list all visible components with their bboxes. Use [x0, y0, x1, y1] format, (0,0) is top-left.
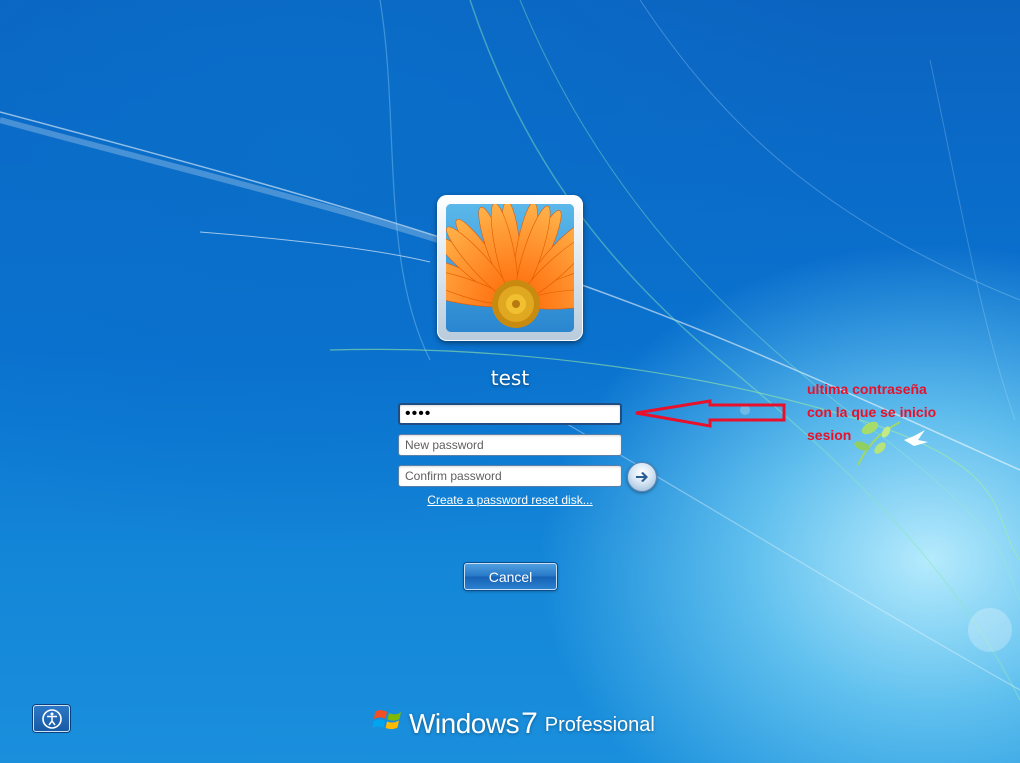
product-edition: Professional: [544, 714, 655, 736]
windows-logo-icon: [373, 710, 401, 730]
product-version: 7: [521, 707, 538, 740]
old-password-field[interactable]: [398, 403, 622, 425]
product-name: Windows: [409, 708, 520, 739]
annotation-line: ultima contraseña: [807, 381, 927, 397]
new-password-field[interactable]: [398, 434, 622, 456]
ease-of-access-icon: [41, 708, 62, 729]
cancel-button[interactable]: Cancel: [464, 563, 557, 590]
submit-button[interactable]: [627, 462, 657, 492]
annotation-note: ultima contraseña con la que se inicio s…: [807, 378, 1007, 447]
reset-disk-link-row: Create a password reset disk...: [0, 493, 1020, 507]
ease-of-access-button[interactable]: [33, 705, 70, 732]
user-avatar: [437, 195, 583, 341]
create-reset-disk-link[interactable]: Create a password reset disk...: [427, 493, 592, 507]
windows-branding: Windows 7 Professional: [373, 700, 655, 740]
annotation-arrow: [635, 399, 786, 428]
annotation-line: sesion: [807, 427, 852, 443]
annotation-line: con la que se inicio: [807, 404, 937, 420]
flower-avatar-image: [446, 204, 574, 332]
confirm-password-field[interactable]: [398, 465, 622, 487]
arrow-right-icon: [636, 472, 648, 482]
